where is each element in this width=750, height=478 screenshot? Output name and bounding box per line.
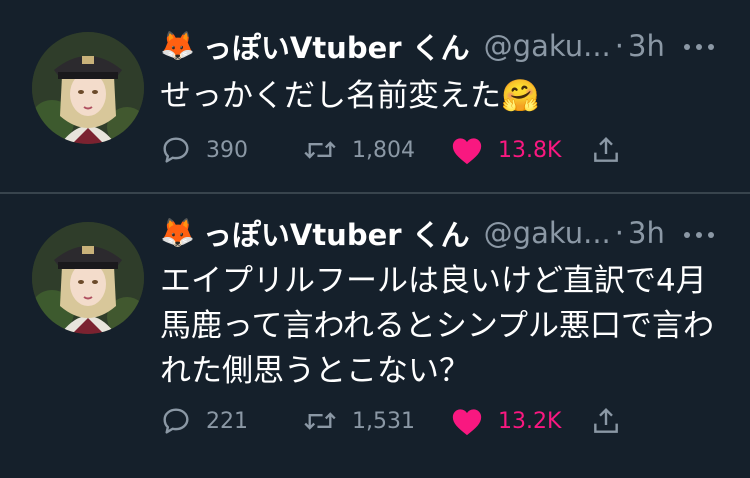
fox-emoji: 🦊 xyxy=(160,216,195,249)
reply-count: 390 xyxy=(206,137,248,163)
timestamp[interactable]: 3h xyxy=(628,29,665,63)
reply-icon xyxy=(163,408,189,434)
tweet-actions: 221 1,531 13.2K xyxy=(160,401,630,441)
like-count: 13.8K xyxy=(498,137,562,163)
reply-button[interactable]: 390 xyxy=(160,130,248,170)
display-name[interactable]: っぽいVtuber くん xyxy=(203,212,470,254)
tweet-header: 🦊 っぽいVtuber くん @gaku... · 3h xyxy=(160,213,665,253)
reply-button[interactable]: 221 xyxy=(160,401,248,441)
like-button[interactable]: 13.2K xyxy=(450,401,561,441)
handle[interactable]: @gaku... xyxy=(484,29,611,63)
more-icon[interactable] xyxy=(684,44,714,50)
like-button[interactable]: 13.8K xyxy=(450,130,561,170)
tweet[interactable]: 🦊 っぽいVtuber くん @gaku... · 3h せっかくだし名前変えた… xyxy=(0,0,750,192)
share-button[interactable] xyxy=(590,401,622,441)
separator: · xyxy=(614,29,624,63)
timestamp[interactable]: 3h xyxy=(628,216,665,250)
retweet-count: 1,531 xyxy=(352,408,415,434)
avatar[interactable] xyxy=(32,222,144,334)
tweet-text: せっかくだし名前変えた🤗 xyxy=(160,78,540,114)
tweet[interactable]: 🦊 っぽいVtuber くん @gaku... · 3h エイプリルフールは良い… xyxy=(0,194,750,478)
avatar[interactable] xyxy=(32,32,144,144)
fox-emoji: 🦊 xyxy=(160,29,195,62)
share-icon xyxy=(594,136,618,162)
more-icon[interactable] xyxy=(684,232,714,238)
tweet-actions: 390 1,804 13.8K xyxy=(160,130,630,170)
handle[interactable]: @gaku... xyxy=(484,216,611,250)
retweet-count: 1,804 xyxy=(352,137,415,163)
display-name[interactable]: っぽいVtuber くん xyxy=(203,25,470,67)
tweet-text: エイプリルフールは良いけど直訳で4月馬鹿って言われるとシンプル悪口で言われた側思… xyxy=(160,263,714,389)
like-count: 13.2K xyxy=(498,408,562,434)
retweet-button[interactable]: 1,804 xyxy=(302,130,415,170)
reply-icon xyxy=(163,137,189,163)
heart-icon xyxy=(452,138,482,165)
retweet-icon xyxy=(304,412,336,430)
separator: · xyxy=(614,216,624,250)
share-icon xyxy=(594,407,618,433)
share-button[interactable] xyxy=(590,130,622,170)
tweet-header: 🦊 っぽいVtuber くん @gaku... · 3h xyxy=(160,26,665,66)
retweet-icon xyxy=(304,141,336,159)
reply-count: 221 xyxy=(206,408,248,434)
retweet-button[interactable]: 1,531 xyxy=(302,401,415,441)
heart-icon xyxy=(452,409,482,436)
